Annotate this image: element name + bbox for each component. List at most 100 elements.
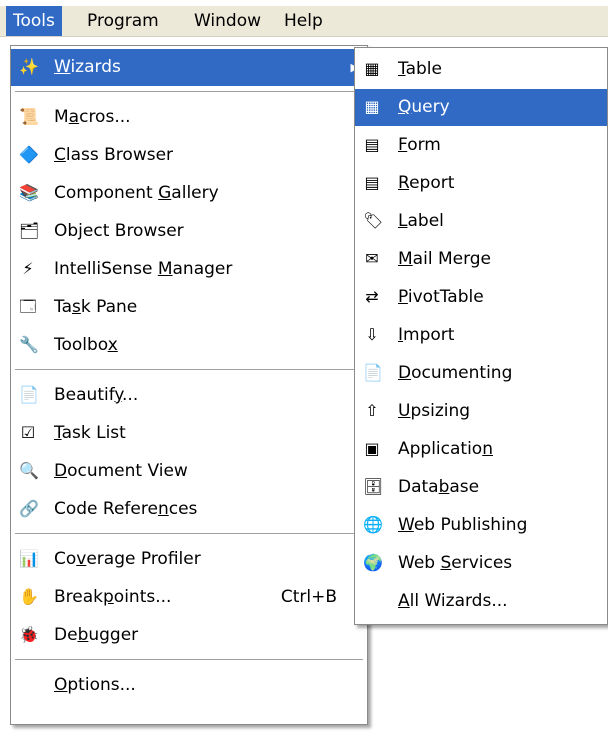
- menu-item-application[interactable]: ▣ Application: [355, 431, 607, 468]
- beautify-icon: 📄: [19, 385, 39, 404]
- menu-separator: [15, 369, 363, 371]
- menu-item-label: Toolbox: [54, 335, 118, 355]
- task-pane-icon: 🗔: [19, 297, 37, 316]
- menu-item-label: Breakpoints...: [54, 587, 172, 607]
- menu-item-label: Import: [398, 325, 455, 345]
- menu-item-label: Table: [398, 59, 442, 79]
- menu-item-label: Label: [398, 211, 444, 231]
- menu-item-toolbox[interactable]: 🔧 Toolbox: [11, 327, 367, 364]
- upsizing-wizard-icon: ⇧: [365, 401, 379, 420]
- table-wizard-icon: ▦: [364, 59, 380, 78]
- menu-item-label: Web Services: [398, 553, 513, 573]
- menu-item-intellisense-manager[interactable]: ⚡ IntelliSense Manager: [11, 251, 367, 288]
- menu-item-wizards[interactable]: ✨Wizards▶: [11, 49, 367, 86]
- wizard-wand-icon: ✨: [19, 57, 39, 76]
- menu-item-label: Class Browser: [54, 145, 174, 165]
- menu-item-label: Macros...: [54, 107, 131, 127]
- shortcut-label: Ctrl+B: [280, 587, 337, 607]
- menu-item-database[interactable]: 🗄 Database: [355, 469, 607, 506]
- menu-item-label: Component Gallery: [54, 183, 219, 203]
- menu-item-label: All Wizards...: [398, 591, 508, 611]
- menu-item-web-services[interactable]: 🌍 Web Services: [355, 545, 607, 582]
- menubar-tools[interactable]: Tools: [6, 6, 62, 36]
- document-view-icon: 🔍: [19, 461, 39, 480]
- menu-separator: [15, 91, 363, 93]
- menu-item-web-publishing[interactable]: 🌐 Web Publishing: [355, 507, 607, 544]
- menubar-help[interactable]: Help: [277, 6, 330, 36]
- pivottable-wizard-icon: ⇄: [365, 287, 379, 306]
- class-browser-icon: 🔷: [19, 145, 39, 164]
- menu-item-label: PivotTable: [398, 287, 484, 307]
- menu-item-mail-merge[interactable]: ✉ Mail Merge: [355, 241, 607, 278]
- menu-item-label: Object Browser: [54, 221, 184, 241]
- debugger-icon: 🐞: [19, 625, 39, 644]
- menu-item-code-references[interactable]: 🔗 Code References: [11, 491, 367, 528]
- menu-item-label: Documenting: [398, 363, 513, 383]
- menu-item-report[interactable]: ▤ Report: [355, 165, 607, 202]
- menu-item-label[interactable]: 🏷 Label: [355, 203, 607, 240]
- menu-item-coverage-profiler[interactable]: 📊 Coverage Profiler: [11, 541, 367, 578]
- menu-item-label: Form: [398, 135, 441, 155]
- menu-item-label: Options...: [54, 675, 136, 695]
- tools-menu: ✨Wizards▶📜Macros...🔷Class Browser📚Compon…: [10, 45, 368, 725]
- menubar-program[interactable]: Program: [80, 6, 166, 36]
- coverage-profiler-icon: 📊: [19, 549, 39, 568]
- code-references-icon: 🔗: [19, 499, 39, 518]
- import-wizard-icon: ⇩: [365, 325, 379, 344]
- menu-item-macros[interactable]: 📜 Macros...: [11, 99, 367, 136]
- documenting-wizard-icon: 📄: [363, 363, 383, 382]
- menu-item-beautify[interactable]: 📄 Beautify...: [11, 377, 367, 414]
- menu-item-form[interactable]: ▤ Form: [355, 127, 607, 164]
- menu-item-table[interactable]: ▦ Table: [355, 51, 607, 88]
- application-wizard-icon: ▣: [364, 439, 380, 458]
- menu-item-label: Debugger: [54, 625, 139, 645]
- menu-item-task-list[interactable]: ☑ Task List: [11, 415, 367, 452]
- menu-item-breakpoints[interactable]: ✋ Breakpoints... Ctrl+B: [11, 579, 367, 616]
- menu-item-component-gallery[interactable]: 📚 Component Gallery: [11, 175, 367, 212]
- form-wizard-icon: ▤: [364, 135, 380, 154]
- menu-item-label: Upsizing: [398, 401, 471, 421]
- web-services-wizard-icon: 🌍: [363, 553, 383, 572]
- menu-item-label: IntelliSense Manager: [54, 259, 233, 279]
- query-wizard-icon: ▦: [364, 97, 380, 116]
- database-wizard-icon: 🗄: [363, 477, 384, 496]
- menu-item-object-browser[interactable]: 🗂 Object Browser: [11, 213, 367, 250]
- menu-item-task-pane[interactable]: 🗔 Task Pane: [11, 289, 367, 326]
- menu-item-pivottable[interactable]: ⇄ PivotTable: [355, 279, 607, 316]
- menu-item-label: Query: [398, 97, 450, 117]
- task-list-icon: ☑: [20, 423, 36, 442]
- menu-item-label: Database: [398, 477, 480, 497]
- report-wizard-icon: ▤: [364, 173, 380, 192]
- label-wizard-icon: 🏷: [363, 211, 384, 230]
- mail-merge-wizard-icon: ✉: [365, 249, 379, 268]
- menu-item-debugger[interactable]: 🐞 Debugger: [11, 617, 367, 654]
- menu-item-label: Mail Merge: [398, 249, 492, 269]
- menu-item-query[interactable]: ▦ Query: [355, 89, 607, 126]
- menubar-window[interactable]: Window: [187, 6, 268, 36]
- menu-item-label: Task Pane: [54, 297, 138, 317]
- menu-item-documenting[interactable]: 📄 Documenting: [355, 355, 607, 392]
- menu-item-import[interactable]: ⇩ Import: [355, 317, 607, 354]
- component-gallery-icon: 📚: [19, 183, 39, 202]
- menu-separator: [15, 533, 363, 535]
- menu-item-label: Application: [398, 439, 493, 459]
- wizards-submenu: ▦ Table ▦ Query ▤ Form ▤ Report 🏷 Label ✉ Mail Merg…: [354, 47, 608, 625]
- object-browser-icon: 🗂: [19, 221, 40, 240]
- menu-item-label: Beautify...: [54, 385, 139, 405]
- web-publishing-wizard-icon: 🌐: [363, 515, 383, 534]
- toolbox-icon: 🔧: [19, 335, 39, 354]
- menu-item-all-wizards[interactable]: All Wizards...: [355, 583, 607, 620]
- intellisense-icon: ⚡: [22, 259, 34, 278]
- menu-item-label: Report: [398, 173, 455, 193]
- menu-item-class-browser[interactable]: 🔷 Class Browser: [11, 137, 367, 174]
- breakpoints-icon: ✋: [19, 587, 39, 606]
- macros-icon: 📜: [19, 107, 39, 126]
- menu-item-label: Wizards: [54, 57, 121, 77]
- menu-item-document-view[interactable]: 🔍 Document View: [11, 453, 367, 490]
- menu-item-label: Task List: [54, 423, 126, 443]
- menu-item-options[interactable]: Options...: [11, 667, 367, 704]
- menu-item-label: Web Publishing: [398, 515, 528, 535]
- menu-item-upsizing[interactable]: ⇧ Upsizing: [355, 393, 607, 430]
- menu-item-label: Code References: [54, 499, 198, 519]
- menu-item-label: Coverage Profiler: [54, 549, 201, 569]
